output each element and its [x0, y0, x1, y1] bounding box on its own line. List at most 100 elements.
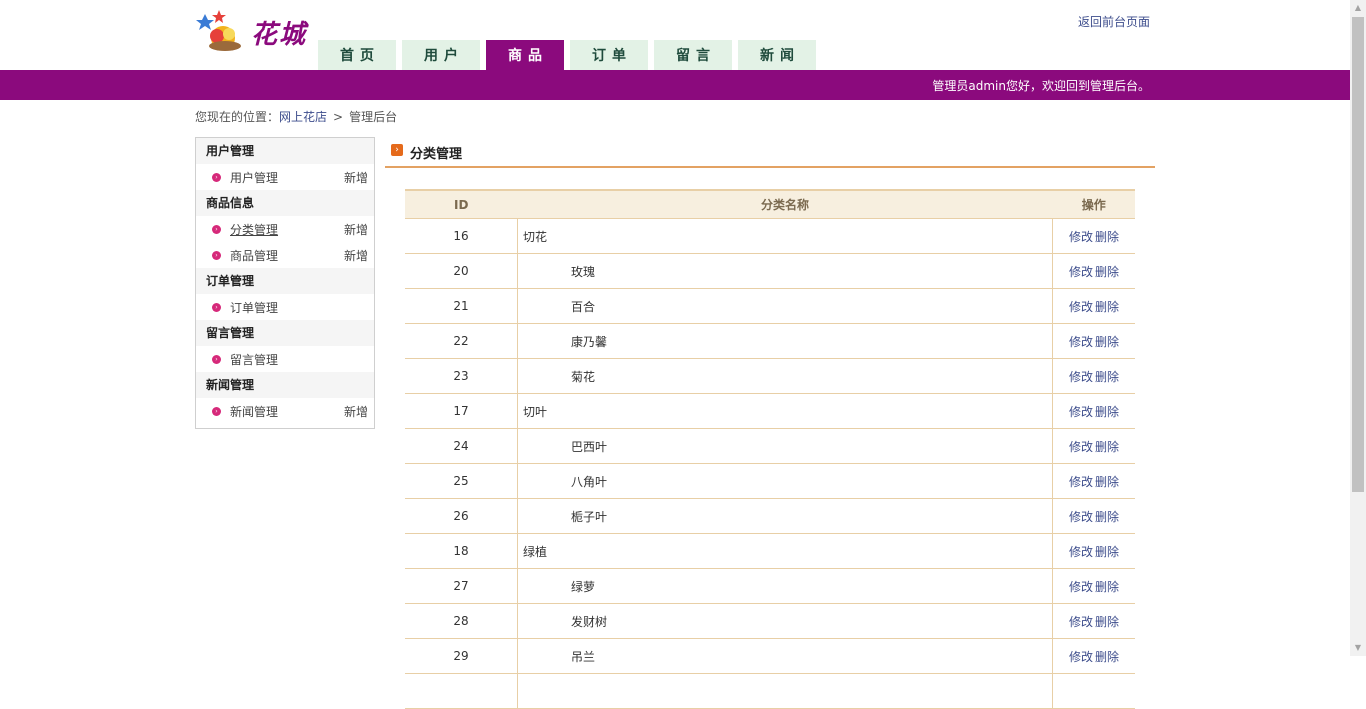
category-id: 22: [405, 323, 518, 359]
delete-link[interactable]: 删除: [1095, 405, 1119, 419]
site-logo[interactable]: 花城: [195, 8, 315, 56]
edit-link[interactable]: 修改: [1069, 510, 1093, 524]
breadcrumb-separator: >: [333, 110, 344, 124]
sidebar-link-message-management[interactable]: 留言管理: [230, 351, 278, 368]
table-row: 28 发财树 修改 删除: [405, 603, 1135, 639]
edit-link[interactable]: 修改: [1069, 405, 1093, 419]
column-header-ops: 操作: [1052, 189, 1135, 219]
sidebar-add-news-link[interactable]: 新增: [344, 403, 368, 420]
table-row: 17 切叶 修改 删除: [405, 393, 1135, 429]
delete-link[interactable]: 删除: [1095, 580, 1119, 594]
sidebar-add-user-link[interactable]: 新增: [344, 169, 368, 186]
scroll-up-arrow-icon[interactable]: ▲: [1350, 0, 1366, 16]
sidebar-item-order-management: › 订单管理: [196, 294, 374, 320]
sidebar-link-user-management[interactable]: 用户管理: [230, 169, 278, 186]
edit-link[interactable]: 修改: [1069, 335, 1093, 349]
edit-link[interactable]: 修改: [1069, 650, 1093, 664]
edit-link[interactable]: 修改: [1069, 545, 1093, 559]
back-to-frontend-link[interactable]: 返回前台页面: [1078, 13, 1150, 30]
scroll-thumb[interactable]: [1352, 17, 1364, 492]
row-actions: 修改 删除: [1052, 498, 1135, 534]
delete-link[interactable]: 删除: [1095, 615, 1119, 629]
category-name: 菊花: [517, 358, 1053, 394]
edit-link[interactable]: 修改: [1069, 475, 1093, 489]
logo-text: 花城: [251, 20, 308, 50]
category-id: 17: [405, 393, 518, 429]
edit-link[interactable]: 修改: [1069, 230, 1093, 244]
row-actions: 修改 删除: [1052, 323, 1135, 359]
category-name: 切叶: [517, 393, 1053, 429]
edit-link[interactable]: 修改: [1069, 580, 1093, 594]
category-id: 27: [405, 568, 518, 604]
sidebar-group-orders: 订单管理: [196, 268, 374, 294]
category-id: 23: [405, 358, 518, 394]
breadcrumb-home-link[interactable]: 网上花店: [279, 110, 327, 124]
delete-link[interactable]: 删除: [1095, 265, 1119, 279]
category-id: 28: [405, 603, 518, 639]
row-actions: 修改 删除: [1052, 568, 1135, 604]
category-id: 18: [405, 533, 518, 569]
sidebar-link-category-management[interactable]: 分类管理: [230, 221, 278, 238]
vertical-scrollbar[interactable]: ▲ ▼: [1350, 0, 1366, 656]
section-arrow-icon: ›: [391, 144, 403, 156]
table-row: 25 八角叶 修改 删除: [405, 463, 1135, 499]
section-header: › 分类管理: [385, 140, 1155, 168]
edit-link[interactable]: 修改: [1069, 615, 1093, 629]
table-row: 24 巴西叶 修改 删除: [405, 428, 1135, 464]
nav-tab-users[interactable]: 用户: [402, 40, 480, 70]
category-name: 绿萝: [517, 568, 1053, 604]
category-name: 康乃馨: [517, 323, 1053, 359]
scroll-down-arrow-icon[interactable]: ▼: [1350, 640, 1366, 656]
header-banner: 管理员admin您好，欢迎回到管理后台。: [0, 70, 1350, 100]
category-name: 发财树: [517, 603, 1053, 639]
category-id: 29: [405, 638, 518, 674]
delete-link[interactable]: 删除: [1095, 300, 1119, 314]
row-actions: 修改 删除: [1052, 533, 1135, 569]
row-actions: 修改 删除: [1052, 428, 1135, 464]
nav-tab-news[interactable]: 新闻: [738, 40, 816, 70]
edit-link[interactable]: 修改: [1069, 370, 1093, 384]
edit-link[interactable]: 修改: [1069, 300, 1093, 314]
sidebar-link-product-management[interactable]: 商品管理: [230, 247, 278, 264]
table-row: 23 菊花 修改 删除: [405, 358, 1135, 394]
row-actions: 修改 删除: [1052, 288, 1135, 324]
edit-link[interactable]: 修改: [1069, 440, 1093, 454]
table-row: 26 栀子叶 修改 删除: [405, 498, 1135, 534]
delete-link[interactable]: 删除: [1095, 650, 1119, 664]
breadcrumb-prefix: 您现在的位置：: [195, 110, 280, 124]
bullet-arrow-icon: ›: [212, 172, 221, 182]
table-header-row: ID 分类名称 操作: [405, 189, 1135, 219]
row-actions: 修改 删除: [1052, 218, 1135, 254]
delete-link[interactable]: 删除: [1095, 510, 1119, 524]
welcome-message: 管理员admin您好，欢迎回到管理后台。: [932, 79, 1150, 93]
column-header-name: 分类名称: [517, 189, 1053, 219]
sidebar-link-order-management[interactable]: 订单管理: [230, 299, 278, 316]
row-actions: 修改 删除: [1052, 358, 1135, 394]
delete-link[interactable]: 删除: [1095, 440, 1119, 454]
nav-tab-messages[interactable]: 留言: [654, 40, 732, 70]
sidebar-item-category-management: › 分类管理 新增: [196, 216, 374, 242]
breadcrumb: 您现在的位置：网上花店 > 管理后台: [195, 108, 397, 125]
table-row: 21 百合 修改 删除: [405, 288, 1135, 324]
category-id: 24: [405, 428, 518, 464]
row-actions: 修改 删除: [1052, 603, 1135, 639]
table-row: 27 绿萝 修改 删除: [405, 568, 1135, 604]
sidebar: 用户管理 › 用户管理 新增 商品信息 › 分类管理 新增 › 商品管理 新增 …: [195, 137, 375, 429]
sidebar-add-category-link[interactable]: 新增: [344, 221, 368, 238]
nav-tab-orders[interactable]: 订单: [570, 40, 648, 70]
category-name: 百合: [517, 288, 1053, 324]
edit-link[interactable]: 修改: [1069, 265, 1093, 279]
category-name: [517, 673, 1053, 709]
delete-link[interactable]: 删除: [1095, 335, 1119, 349]
delete-link[interactable]: 删除: [1095, 370, 1119, 384]
nav-tab-products[interactable]: 商品: [486, 40, 564, 70]
category-name: 绿植: [517, 533, 1053, 569]
row-actions: 修改 删除: [1052, 253, 1135, 289]
delete-link[interactable]: 删除: [1095, 545, 1119, 559]
category-name: 巴西叶: [517, 428, 1053, 464]
nav-tab-home[interactable]: 首页: [318, 40, 396, 70]
sidebar-link-news-management[interactable]: 新闻管理: [230, 403, 278, 420]
sidebar-add-product-link[interactable]: 新增: [344, 247, 368, 264]
delete-link[interactable]: 删除: [1095, 230, 1119, 244]
delete-link[interactable]: 删除: [1095, 475, 1119, 489]
